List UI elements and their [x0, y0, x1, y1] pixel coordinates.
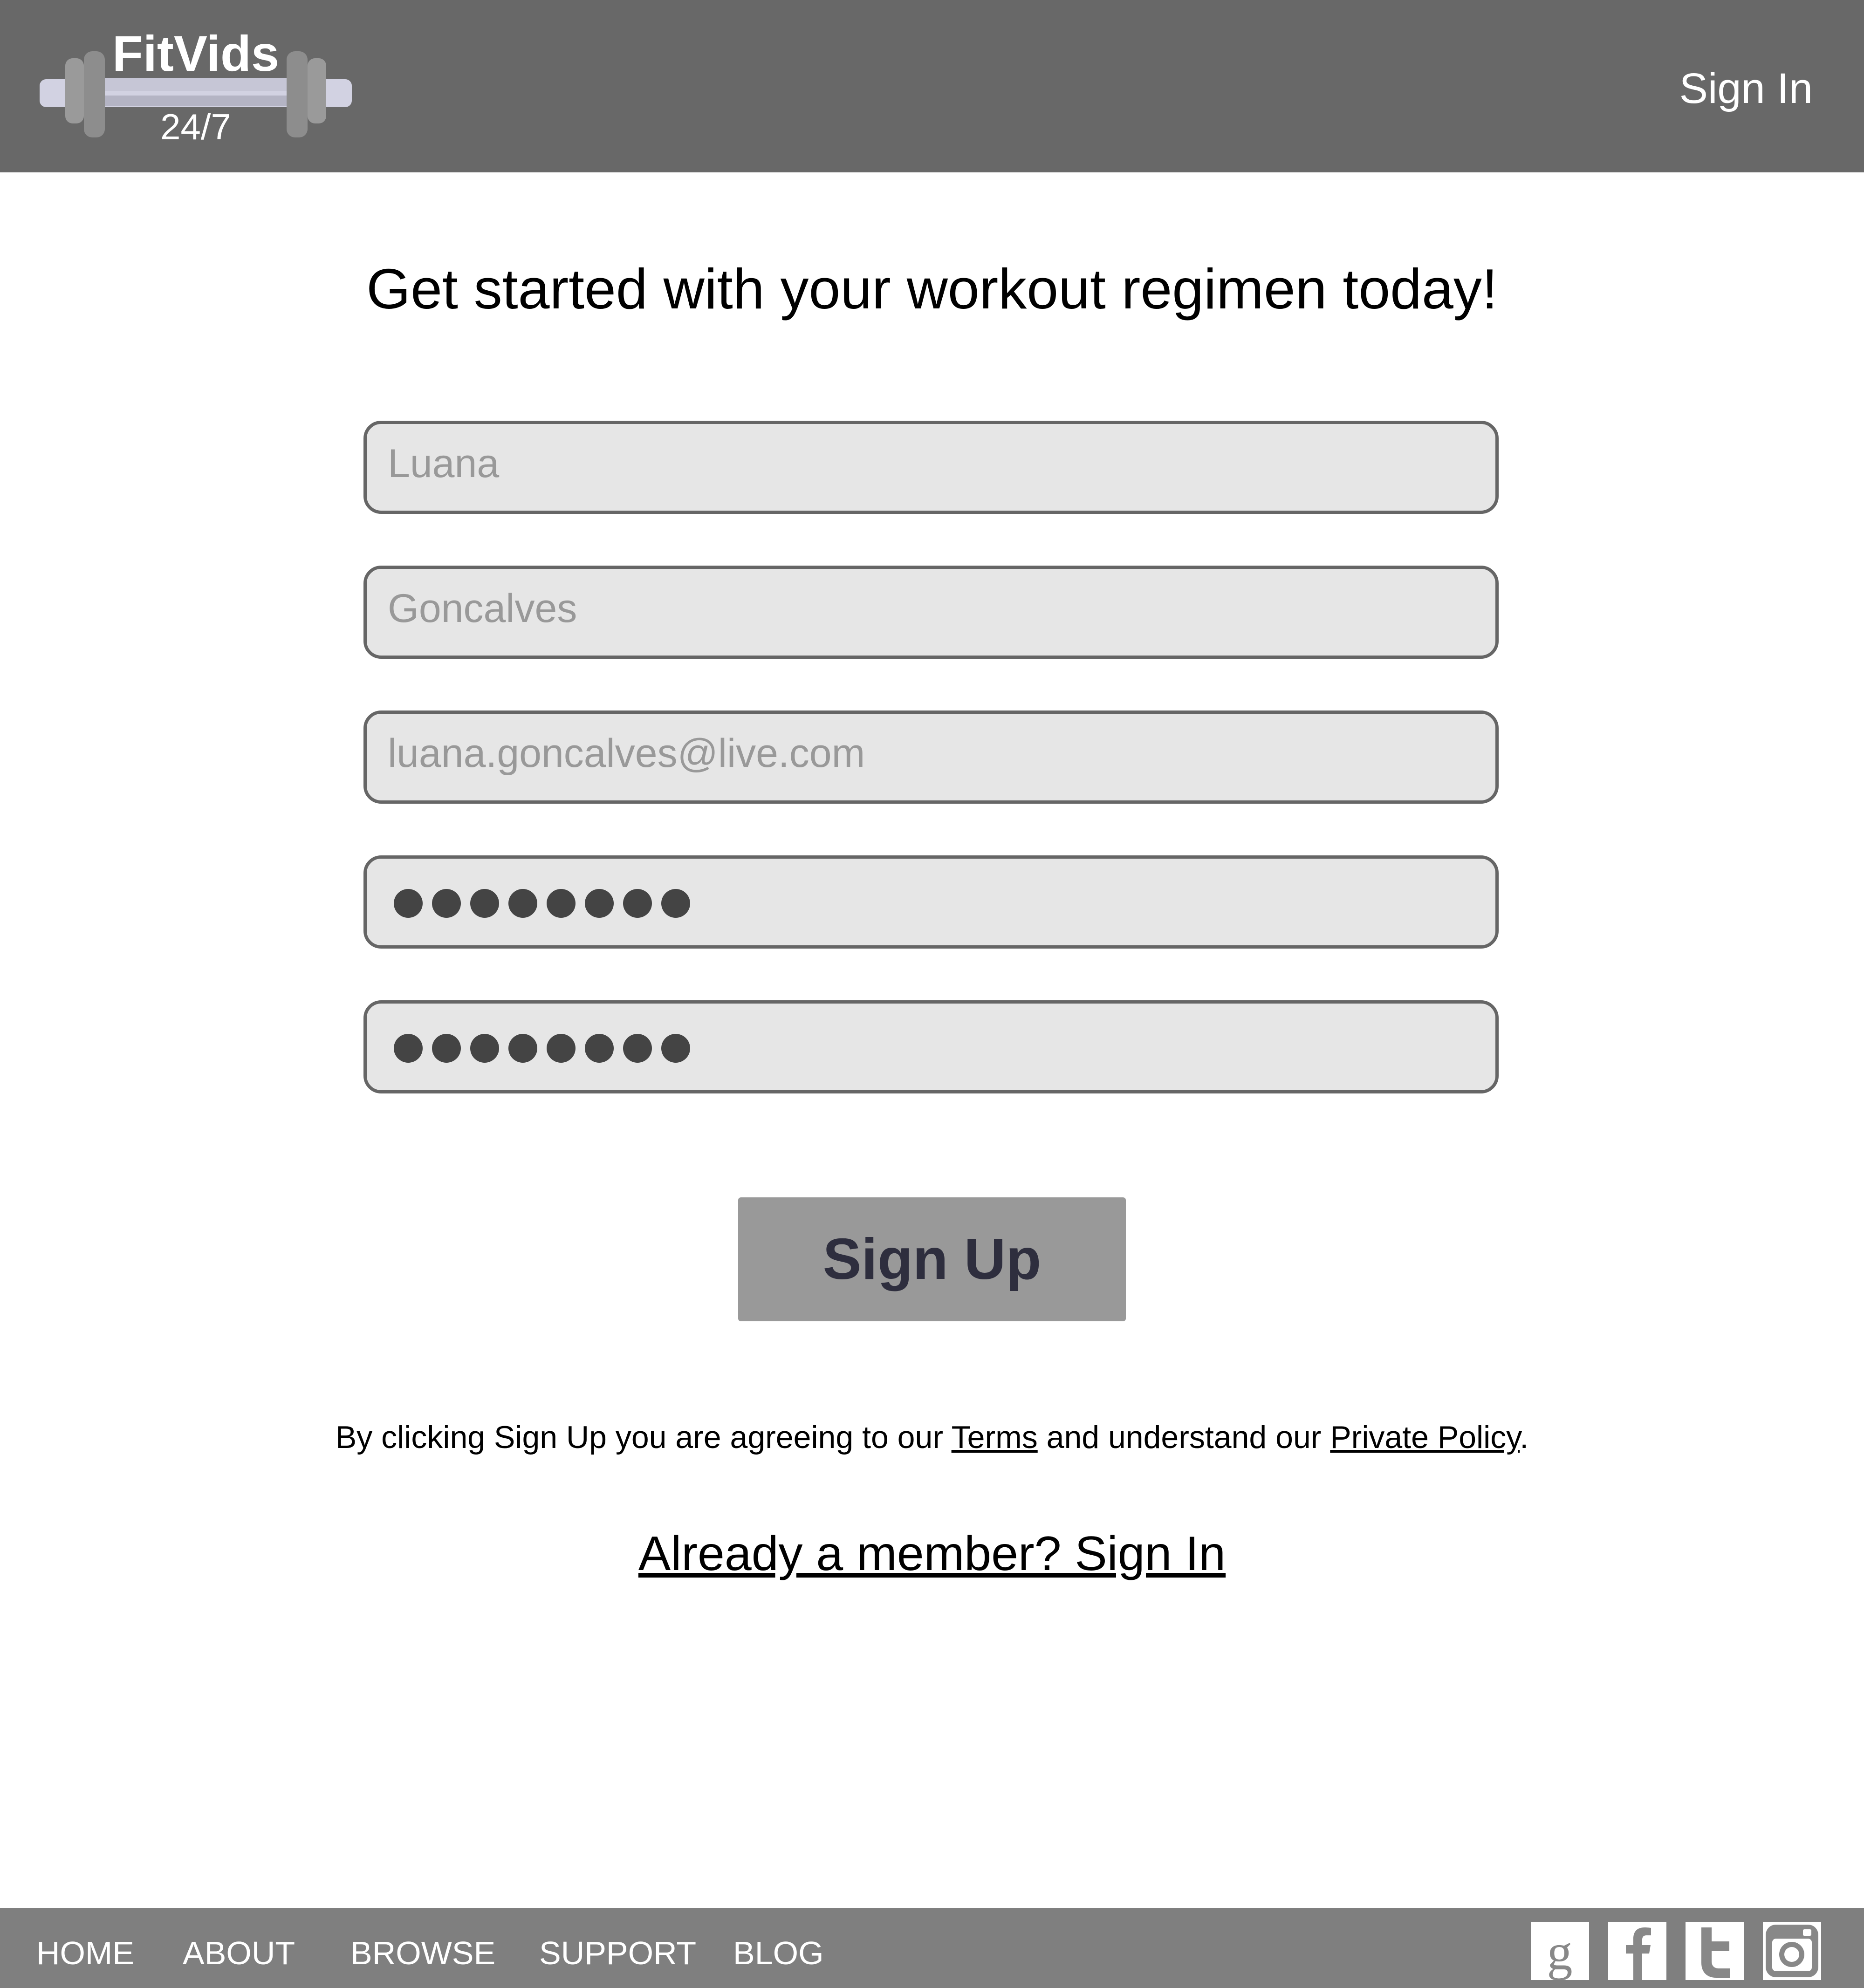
twitter-icon[interactable]: [1686, 1922, 1744, 1980]
password-dot: [661, 889, 690, 918]
password-dot: [623, 889, 652, 918]
password-dot: [394, 889, 423, 918]
password-dot: [394, 1034, 423, 1063]
already-member-signin-link[interactable]: Already a member? Sign In: [638, 1527, 1226, 1581]
footer-nav-browse[interactable]: BROWSE: [350, 1932, 495, 1974]
terms-notice: By clicking Sign Up you are agreeing to …: [0, 1416, 1864, 1458]
password-dot: [547, 889, 576, 918]
password-field[interactable]: [363, 855, 1499, 949]
page-headline: Get started with your workout regimen to…: [366, 257, 1498, 321]
facebook-icon[interactable]: [1608, 1922, 1666, 1980]
password-dot: [585, 1034, 614, 1063]
top-header: FitVids 24/7 Sign In: [0, 0, 1864, 172]
footer-nav-home[interactable]: HOME: [36, 1932, 134, 1974]
password-dot: [547, 1034, 576, 1063]
password-dot: [585, 889, 614, 918]
logo-title: FitVids: [112, 25, 280, 82]
email-value: luana.goncalves@live.com: [388, 731, 865, 776]
terms-middle: and understand our: [1037, 1420, 1330, 1455]
logo-subtitle: 24/7: [160, 106, 231, 147]
confirm-password-field[interactable]: [363, 1000, 1499, 1093]
signup-button[interactable]: Sign Up: [738, 1197, 1126, 1321]
footer-nav-support[interactable]: SUPPORT: [539, 1932, 696, 1974]
terms-prefix: By clicking Sign Up you are agreeing to …: [335, 1420, 952, 1455]
confirm-password-mask: [394, 1034, 699, 1063]
fitvids-logo[interactable]: FitVids 24/7: [40, 26, 352, 151]
password-dot: [470, 1034, 499, 1063]
password-mask: [394, 889, 699, 918]
svg-text:g: g: [1547, 1924, 1573, 1980]
google-icon[interactable]: g: [1531, 1922, 1589, 1980]
footer-nav-about[interactable]: ABOUT: [183, 1932, 295, 1974]
password-dot: [508, 1034, 537, 1063]
privacy-policy-link[interactable]: Private Policy: [1330, 1420, 1520, 1455]
password-dot: [432, 889, 461, 918]
first-name-field[interactable]: Luana: [363, 421, 1499, 514]
first-name-value: Luana: [388, 441, 500, 486]
password-dot: [470, 889, 499, 918]
footer-nav-blog[interactable]: BLOG: [733, 1932, 824, 1974]
footer: HOME ABOUT BROWSE SUPPORT BLOG g: [0, 1908, 1864, 1988]
password-dot: [623, 1034, 652, 1063]
password-dot: [432, 1034, 461, 1063]
password-dot: [508, 889, 537, 918]
email-field[interactable]: luana.goncalves@live.com: [363, 710, 1499, 804]
already-member-container: Already a member? Sign In: [0, 1523, 1864, 1584]
terms-link[interactable]: Terms: [952, 1420, 1038, 1455]
header-signin-link[interactable]: Sign In: [1679, 63, 1813, 114]
last-name-field[interactable]: Goncalves: [363, 566, 1499, 659]
instagram-icon[interactable]: [1763, 1922, 1821, 1980]
password-dot: [661, 1034, 690, 1063]
last-name-value: Goncalves: [388, 586, 577, 631]
terms-suffix: .: [1520, 1420, 1529, 1455]
